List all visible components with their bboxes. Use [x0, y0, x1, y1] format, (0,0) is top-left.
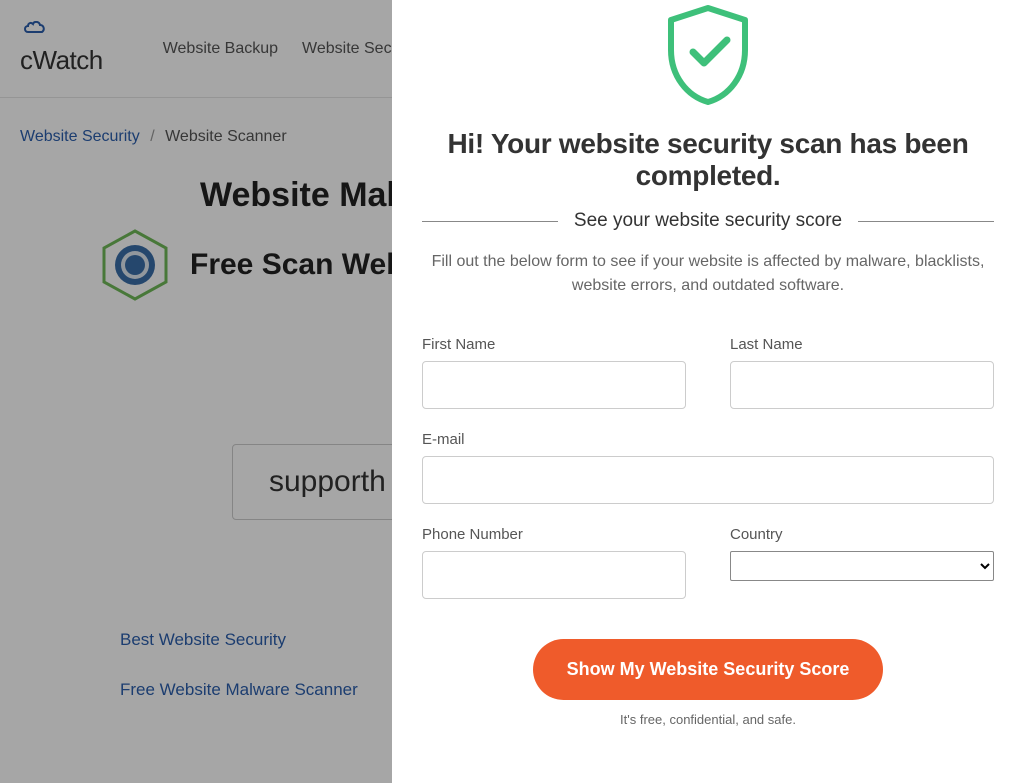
shield-check-icon	[653, 0, 763, 110]
submit-button[interactable]: Show My Website Security Score	[533, 639, 884, 700]
modal-subtitle: See your website security score	[574, 210, 842, 232]
divider-line-right	[858, 221, 994, 222]
modal-title: Hi! Your website security scan has been …	[422, 128, 994, 192]
phone-label: Phone Number	[422, 526, 686, 543]
last-name-input[interactable]	[730, 361, 994, 409]
modal: Hi! Your website security scan has been …	[392, 0, 1024, 783]
first-name-label: First Name	[422, 336, 686, 353]
country-label: Country	[730, 526, 994, 543]
divider-line-left	[422, 221, 558, 222]
first-name-input[interactable]	[422, 361, 686, 409]
email-input[interactable]	[422, 456, 994, 504]
phone-input[interactable]	[422, 551, 686, 599]
modal-divider: See your website security score	[422, 210, 994, 232]
last-name-label: Last Name	[730, 336, 994, 353]
safe-text: It's free, confidential, and safe.	[422, 712, 994, 727]
modal-description: Fill out the below form to see if your w…	[422, 250, 994, 298]
country-select[interactable]	[730, 551, 994, 581]
email-label: E-mail	[422, 431, 994, 448]
